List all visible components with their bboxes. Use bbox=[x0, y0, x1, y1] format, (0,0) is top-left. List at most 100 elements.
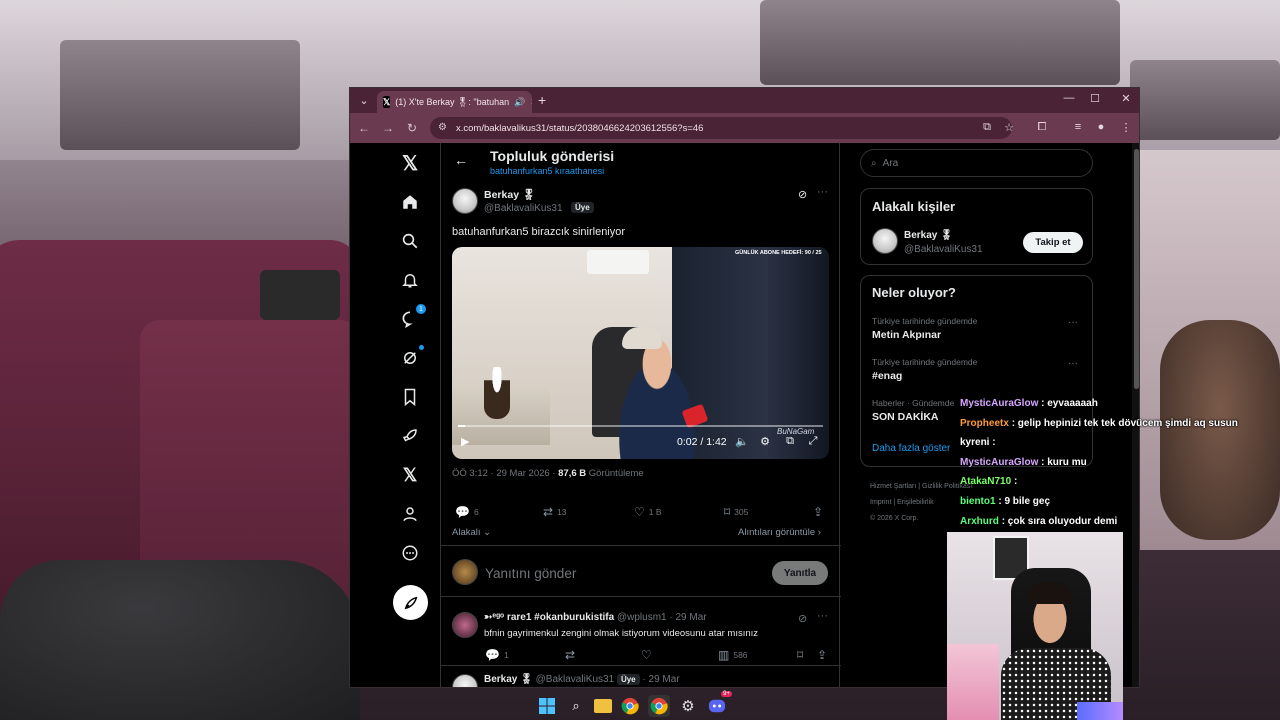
more-options-icon[interactable]: ··· bbox=[817, 186, 828, 198]
tab-search-icon[interactable]: ⌄ bbox=[354, 90, 374, 110]
avatar[interactable] bbox=[872, 228, 898, 254]
grok-icon[interactable]: ⊘ bbox=[798, 612, 807, 625]
url-field[interactable]: ⚙ x.com/baklavalikus31/status/2038046624… bbox=[430, 117, 1012, 139]
app-icon[interactable]: ⚙ bbox=[677, 695, 699, 717]
trend-item[interactable]: Metin Akpınar bbox=[872, 329, 941, 341]
chat-username: MysticAuraGlow bbox=[960, 398, 1039, 409]
back-arrow-icon[interactable]: ← bbox=[454, 152, 468, 168]
relevance-sort[interactable]: Alakalı ⌄ bbox=[452, 527, 491, 538]
file-explorer-icon[interactable] bbox=[594, 698, 612, 713]
home-icon[interactable] bbox=[398, 190, 422, 214]
like-button[interactable]: ♡ bbox=[641, 648, 652, 662]
author-name[interactable]: Berkay 🎖 bbox=[484, 188, 535, 201]
chat-username: MysticAuraGlow bbox=[960, 456, 1039, 468]
close-tab-icon[interactable]: ✕ bbox=[530, 97, 532, 108]
profile-avatar-icon[interactable]: ● bbox=[1093, 121, 1109, 133]
menu-kebab-icon[interactable]: ⋮ bbox=[1118, 121, 1134, 134]
search-input[interactable]: ⌕ Ara bbox=[860, 149, 1093, 177]
media-control-icon[interactable]: ≡ bbox=[1070, 121, 1086, 133]
reply-input[interactable]: Yanıtını gönder bbox=[485, 566, 576, 581]
bookmarks-icon[interactable] bbox=[398, 385, 422, 409]
see-quotes-link[interactable]: Alıntıları görüntüle › bbox=[738, 527, 821, 538]
video-progress-bar[interactable] bbox=[458, 425, 823, 427]
community-link[interactable]: batuhanfurkan5 kıraathanesi bbox=[490, 166, 604, 176]
bookmark-button[interactable]: ⌑ 305 bbox=[724, 505, 748, 519]
avatar[interactable] bbox=[452, 188, 478, 214]
retweet-button[interactable]: ⇄ bbox=[565, 648, 575, 662]
windows-start-icon[interactable] bbox=[536, 695, 558, 717]
bookmark-button[interactable]: ⌑ bbox=[797, 648, 803, 662]
person-handle[interactable]: @BaklavaliKus31 bbox=[904, 244, 983, 255]
views-button[interactable]: ▥ 586 bbox=[718, 648, 748, 662]
forward-arrow-icon[interactable]: → bbox=[376, 121, 400, 135]
extensions-icon[interactable]: ⧠ bbox=[1034, 121, 1050, 134]
volume-icon[interactable]: 🔈 bbox=[735, 435, 749, 448]
audio-icon[interactable]: 🔊 bbox=[514, 97, 525, 108]
share-button[interactable]: ⇪ bbox=[813, 505, 823, 519]
bookmark-count: 305 bbox=[734, 507, 749, 517]
back-arrow-icon[interactable]: ← bbox=[352, 121, 376, 135]
reply-text: bfnin gayrimenkul zengini olmak istiyoru… bbox=[484, 628, 759, 639]
retweet-button[interactable]: ⇄ 13 bbox=[543, 505, 567, 519]
like-button[interactable]: ♡ 1 B bbox=[634, 505, 662, 519]
avatar[interactable] bbox=[452, 612, 478, 638]
scrollbar-thumb[interactable] bbox=[1134, 149, 1139, 389]
chat-message: Arxhurd : çok sıra oluyodur demi bbox=[960, 516, 1117, 527]
new-tab-button[interactable]: + bbox=[538, 92, 546, 108]
trend-more-icon[interactable]: ··· bbox=[1068, 317, 1078, 328]
webcam-shelf bbox=[947, 644, 999, 720]
grok-icon[interactable]: ⊘ bbox=[798, 188, 807, 201]
tweet-time[interactable]: ÖÖ 3:12 · 29 Mar 2026 · bbox=[452, 468, 556, 479]
chrome-icon[interactable] bbox=[619, 695, 641, 717]
rocket-icon[interactable] bbox=[398, 424, 422, 448]
chat-message: kyreni : bbox=[960, 437, 996, 448]
reply-author[interactable]: Berkay 🎖 @BaklavaliKus31 Üye · 29 Mar bbox=[484, 674, 680, 685]
video-player[interactable]: GÜNLÜK ABONE HEDEFİ: 90 / 25 BuNaGam ▶ 0… bbox=[452, 247, 829, 459]
notifications-icon[interactable] bbox=[398, 268, 422, 292]
trend-item[interactable]: #enag bbox=[872, 370, 902, 382]
follow-button[interactable]: Takip et bbox=[1023, 232, 1083, 253]
more-icon[interactable] bbox=[398, 541, 422, 565]
overhead-bin bbox=[1130, 60, 1280, 140]
chrome-active-icon[interactable] bbox=[648, 694, 670, 717]
fullscreen-icon[interactable]: ⤢ bbox=[806, 435, 820, 448]
site-info-icon[interactable]: ⚙ bbox=[438, 122, 447, 133]
pip-icon[interactable]: ⧉ bbox=[783, 435, 797, 448]
profile-icon[interactable] bbox=[398, 502, 422, 526]
bookmark-star-icon[interactable]: ☆ bbox=[1001, 121, 1017, 134]
more-options-icon[interactable]: ··· bbox=[817, 610, 828, 622]
search-placeholder: Ara bbox=[882, 157, 899, 169]
maximize-button[interactable]: ☐ bbox=[1085, 92, 1105, 105]
trend-category: Haberler · Gündemde bbox=[872, 398, 955, 408]
search-icon[interactable]: ⌕ bbox=[565, 695, 587, 717]
avatar[interactable] bbox=[452, 674, 478, 687]
discord-icon[interactable]: 9+ bbox=[706, 690, 732, 717]
reload-icon[interactable]: ↻ bbox=[400, 121, 424, 135]
install-app-icon[interactable]: ⧉ bbox=[979, 121, 995, 134]
browser-tab[interactable]: 𝕏 (1) X'te Berkay 🎖: "batuhan 🔊 ✕ bbox=[377, 91, 532, 113]
show-more-link[interactable]: Daha fazla göster bbox=[872, 443, 950, 454]
search-icon: ⌕ bbox=[871, 157, 877, 169]
person-name[interactable]: Berkay 🎖 bbox=[904, 230, 953, 241]
compose-icon[interactable] bbox=[393, 585, 428, 620]
search-icon[interactable] bbox=[398, 229, 422, 253]
trend-more-icon[interactable]: ··· bbox=[1068, 358, 1078, 369]
close-window-button[interactable]: ✕ bbox=[1116, 92, 1136, 105]
reply-author[interactable]: ➳ᵉᵍᵒ rare1 #okanburukistifa @wplusm1 · 2… bbox=[484, 612, 707, 623]
grok-icon[interactable] bbox=[398, 345, 424, 370]
share-button[interactable]: ⇪ bbox=[817, 648, 827, 662]
play-icon[interactable]: ▶ bbox=[461, 435, 469, 448]
chat-text: : eyvaaaaah bbox=[1041, 398, 1098, 409]
author-handle[interactable]: @BaklavaliKus31 bbox=[484, 203, 563, 214]
trend-item[interactable]: SON DAKİKA bbox=[872, 411, 939, 423]
settings-gear-icon[interactable]: ⚙ bbox=[758, 435, 772, 448]
x-premium-icon[interactable]: 𝕏 bbox=[398, 463, 422, 487]
reply-button[interactable]: 💬 1 bbox=[485, 648, 509, 662]
reply-button[interactable]: 💬 6 bbox=[455, 505, 479, 519]
minimize-button[interactable]: — bbox=[1059, 92, 1079, 104]
scrollbar[interactable] bbox=[1132, 143, 1139, 687]
view-label: Görüntüleme bbox=[588, 468, 644, 479]
x-logo-icon[interactable]: 𝕏 bbox=[398, 151, 422, 175]
reply-submit-button[interactable]: Yanıtla bbox=[772, 561, 828, 585]
messages-icon[interactable]: 1 bbox=[398, 304, 426, 331]
